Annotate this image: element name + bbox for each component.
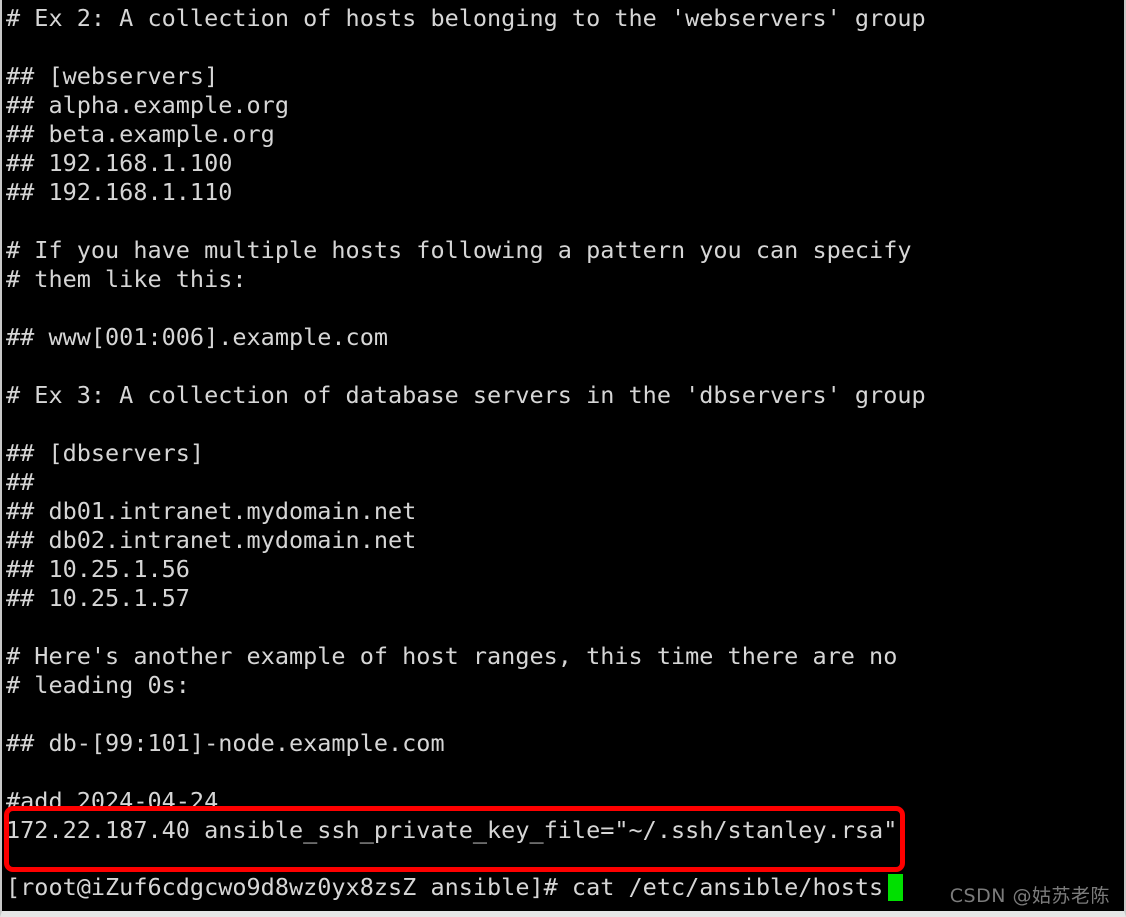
terminal-line: ## db-[99:101]-node.example.com [6,729,445,757]
terminal-line: # Ex 2: A collection of hosts belonging … [6,4,926,32]
terminal-output[interactable]: # Ex 2: A collection of hosts belonging … [2,0,1124,845]
terminal-cursor [888,874,903,901]
terminal-line: # them like this: [6,265,247,293]
terminal-line: ## db02.intranet.mydomain.net [6,526,417,554]
terminal-line: # leading 0s: [6,671,190,699]
terminal-line: # Ex 3: A collection of database servers… [6,381,926,409]
terminal-window: # Ex 2: A collection of hosts belonging … [0,0,1126,917]
terminal-line: # If you have multiple hosts following a… [6,236,912,264]
terminal-line: ## beta.example.org [6,120,275,148]
terminal-line: ## 10.25.1.56 [6,555,190,583]
terminal-line: ## [6,468,35,496]
terminal-line: ## [dbservers] [6,439,205,467]
csdn-watermark: CSDN @姑苏老陈 [949,885,1110,907]
terminal-line-added-host: 172.22.187.40 ansible_ssh_private_key_fi… [6,816,898,844]
shell-prompt-line[interactable]: [root@iZuf6cdgcwo9d8wz0yx8zsZ ansible]# … [6,873,883,902]
terminal-line: ## www[001:006].example.com [6,323,389,351]
terminal-line-added-comment: #add 2024-04-24 [6,787,219,815]
terminal-line: ## db01.intranet.mydomain.net [6,497,417,525]
terminal-line: ## 10.25.1.57 [6,584,190,612]
terminal-line: ## 192.168.1.110 [6,178,233,206]
terminal-line: ## [webservers] [6,62,219,90]
terminal-line: ## alpha.example.org [6,91,289,119]
terminal-line: # Here's another example of host ranges,… [6,642,898,670]
terminal-line: ## 192.168.1.100 [6,149,233,177]
